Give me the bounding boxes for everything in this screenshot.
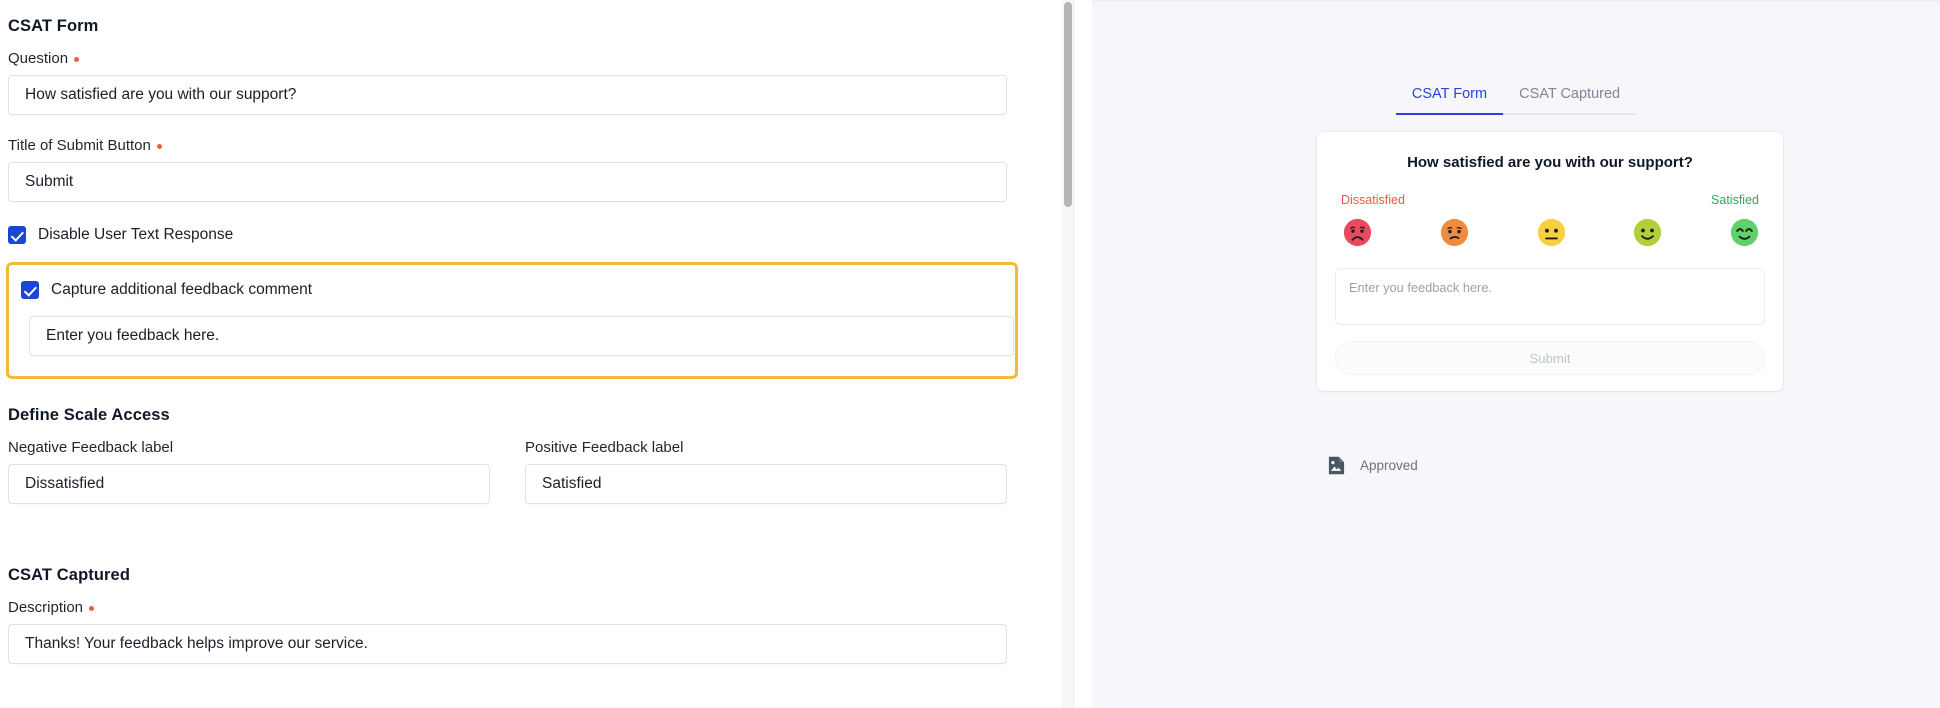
csat-preview-panel: CSAT Form CSAT Captured How satisfied ar… [1092, 0, 1940, 708]
preview-scale-labels: Dissatisfied Satisfied [1335, 193, 1765, 207]
feedback-placeholder-input[interactable]: Enter you feedback here. [29, 316, 1014, 356]
required-indicator-icon [156, 144, 162, 149]
csat-captured-section-title: CSAT Captured [8, 566, 130, 584]
csat-settings-screen: CSAT Form Question How satisfied are you… [0, 0, 1940, 708]
question-input[interactable]: How satisfied are you with our support? [8, 75, 1007, 115]
disable-text-response-row[interactable]: Disable User Text Response [8, 226, 1062, 244]
preview-submit-button[interactable]: Submit [1335, 341, 1765, 375]
positive-feedback-value: Satisfied [542, 475, 602, 492]
positive-feedback-input[interactable]: Satisfied [525, 464, 1007, 504]
negative-feedback-input[interactable]: Dissatisfied [8, 464, 490, 504]
description-input-value: Thanks! Your feedback helps improve our … [25, 635, 368, 652]
csat-form-section-title: CSAT Form [8, 17, 99, 35]
capture-feedback-highlight-box: Capture additional feedback comment Ente… [6, 262, 1018, 379]
preview-face-scale [1335, 218, 1765, 247]
question-input-value: How satisfied are you with our support? [25, 86, 297, 103]
tab-csat-form[interactable]: CSAT Form [1395, 86, 1504, 115]
submit-title-input-value: Submit [25, 173, 74, 190]
face-very-dissatisfied-icon[interactable] [1343, 218, 1372, 247]
positive-feedback-label: Positive Feedback label [525, 439, 684, 456]
question-field-group: Question How satisfied are you with our … [8, 50, 1062, 115]
preview-submit-label: Submit [1529, 350, 1571, 366]
question-label-text: Question [8, 50, 69, 67]
question-label: Question [8, 50, 1062, 67]
description-input[interactable]: Thanks! Your feedback helps improve our … [8, 624, 1007, 664]
positive-feedback-group: Positive Feedback label Satisfied [525, 439, 1007, 504]
preview-feedback-input[interactable]: Enter you feedback here. [1335, 268, 1765, 325]
required-indicator-icon [74, 57, 80, 62]
description-field-group: Description Thanks! Your feedback helps … [8, 599, 1062, 664]
csat-preview-card: How satisfied are you with our support? … [1317, 132, 1783, 391]
panel-gap [1074, 0, 1092, 708]
capture-feedback-checkbox[interactable] [21, 281, 39, 299]
negative-feedback-group: Negative Feedback label Dissatisfied [8, 439, 490, 504]
panel-divider [1062, 0, 1074, 708]
face-very-satisfied-icon[interactable] [1730, 218, 1759, 247]
csat-editor-panel: CSAT Form Question How satisfied are you… [0, 0, 1062, 708]
required-indicator-icon [89, 606, 95, 611]
capture-feedback-label: Capture additional feedback comment [51, 281, 313, 298]
approval-status-row: Approved [1317, 455, 1783, 476]
define-scale-section-title: Define Scale Access [8, 406, 170, 424]
scale-labels-row: Negative Feedback label Dissatisfied Pos… [8, 439, 1062, 504]
approval-status-label: Approved [1360, 458, 1418, 473]
preview-negative-label: Dissatisfied [1341, 193, 1405, 207]
face-neutral-icon[interactable] [1537, 218, 1566, 247]
preview-question-text: How satisfied are you with our support? [1407, 154, 1693, 171]
preview-top-border [1092, 0, 1940, 1]
disable-text-response-label: Disable User Text Response [38, 226, 234, 243]
tab-csat-captured-label: CSAT Captured [1519, 86, 1621, 102]
preview-feedback-placeholder: Enter you feedback here. [1349, 280, 1492, 295]
description-label: Description [8, 599, 1062, 616]
negative-feedback-value: Dissatisfied [25, 475, 105, 492]
submit-title-label-text: Title of Submit Button [8, 137, 151, 154]
description-label-text: Description [8, 599, 84, 616]
feedback-placeholder-value: Enter you feedback here. [46, 327, 220, 344]
face-dissatisfied-icon[interactable] [1440, 218, 1469, 247]
capture-feedback-row[interactable]: Capture additional feedback comment [21, 281, 1003, 299]
tab-csat-form-label: CSAT Form [1411, 86, 1488, 102]
submit-title-input[interactable]: Submit [8, 162, 1007, 202]
submit-title-field-group: Title of Submit Button Submit [8, 137, 1062, 202]
disable-text-response-checkbox[interactable] [8, 226, 26, 244]
submit-title-label: Title of Submit Button [8, 137, 1062, 154]
face-satisfied-icon[interactable] [1633, 218, 1662, 247]
negative-feedback-label: Negative Feedback label [8, 439, 174, 456]
preview-positive-label: Satisfied [1711, 193, 1759, 207]
tab-csat-captured[interactable]: CSAT Captured [1503, 86, 1637, 115]
preview-tabs: CSAT Form CSAT Captured [1092, 0, 1940, 115]
image-document-icon [1328, 456, 1345, 475]
vertical-scrollbar-thumb[interactable] [1064, 2, 1072, 207]
